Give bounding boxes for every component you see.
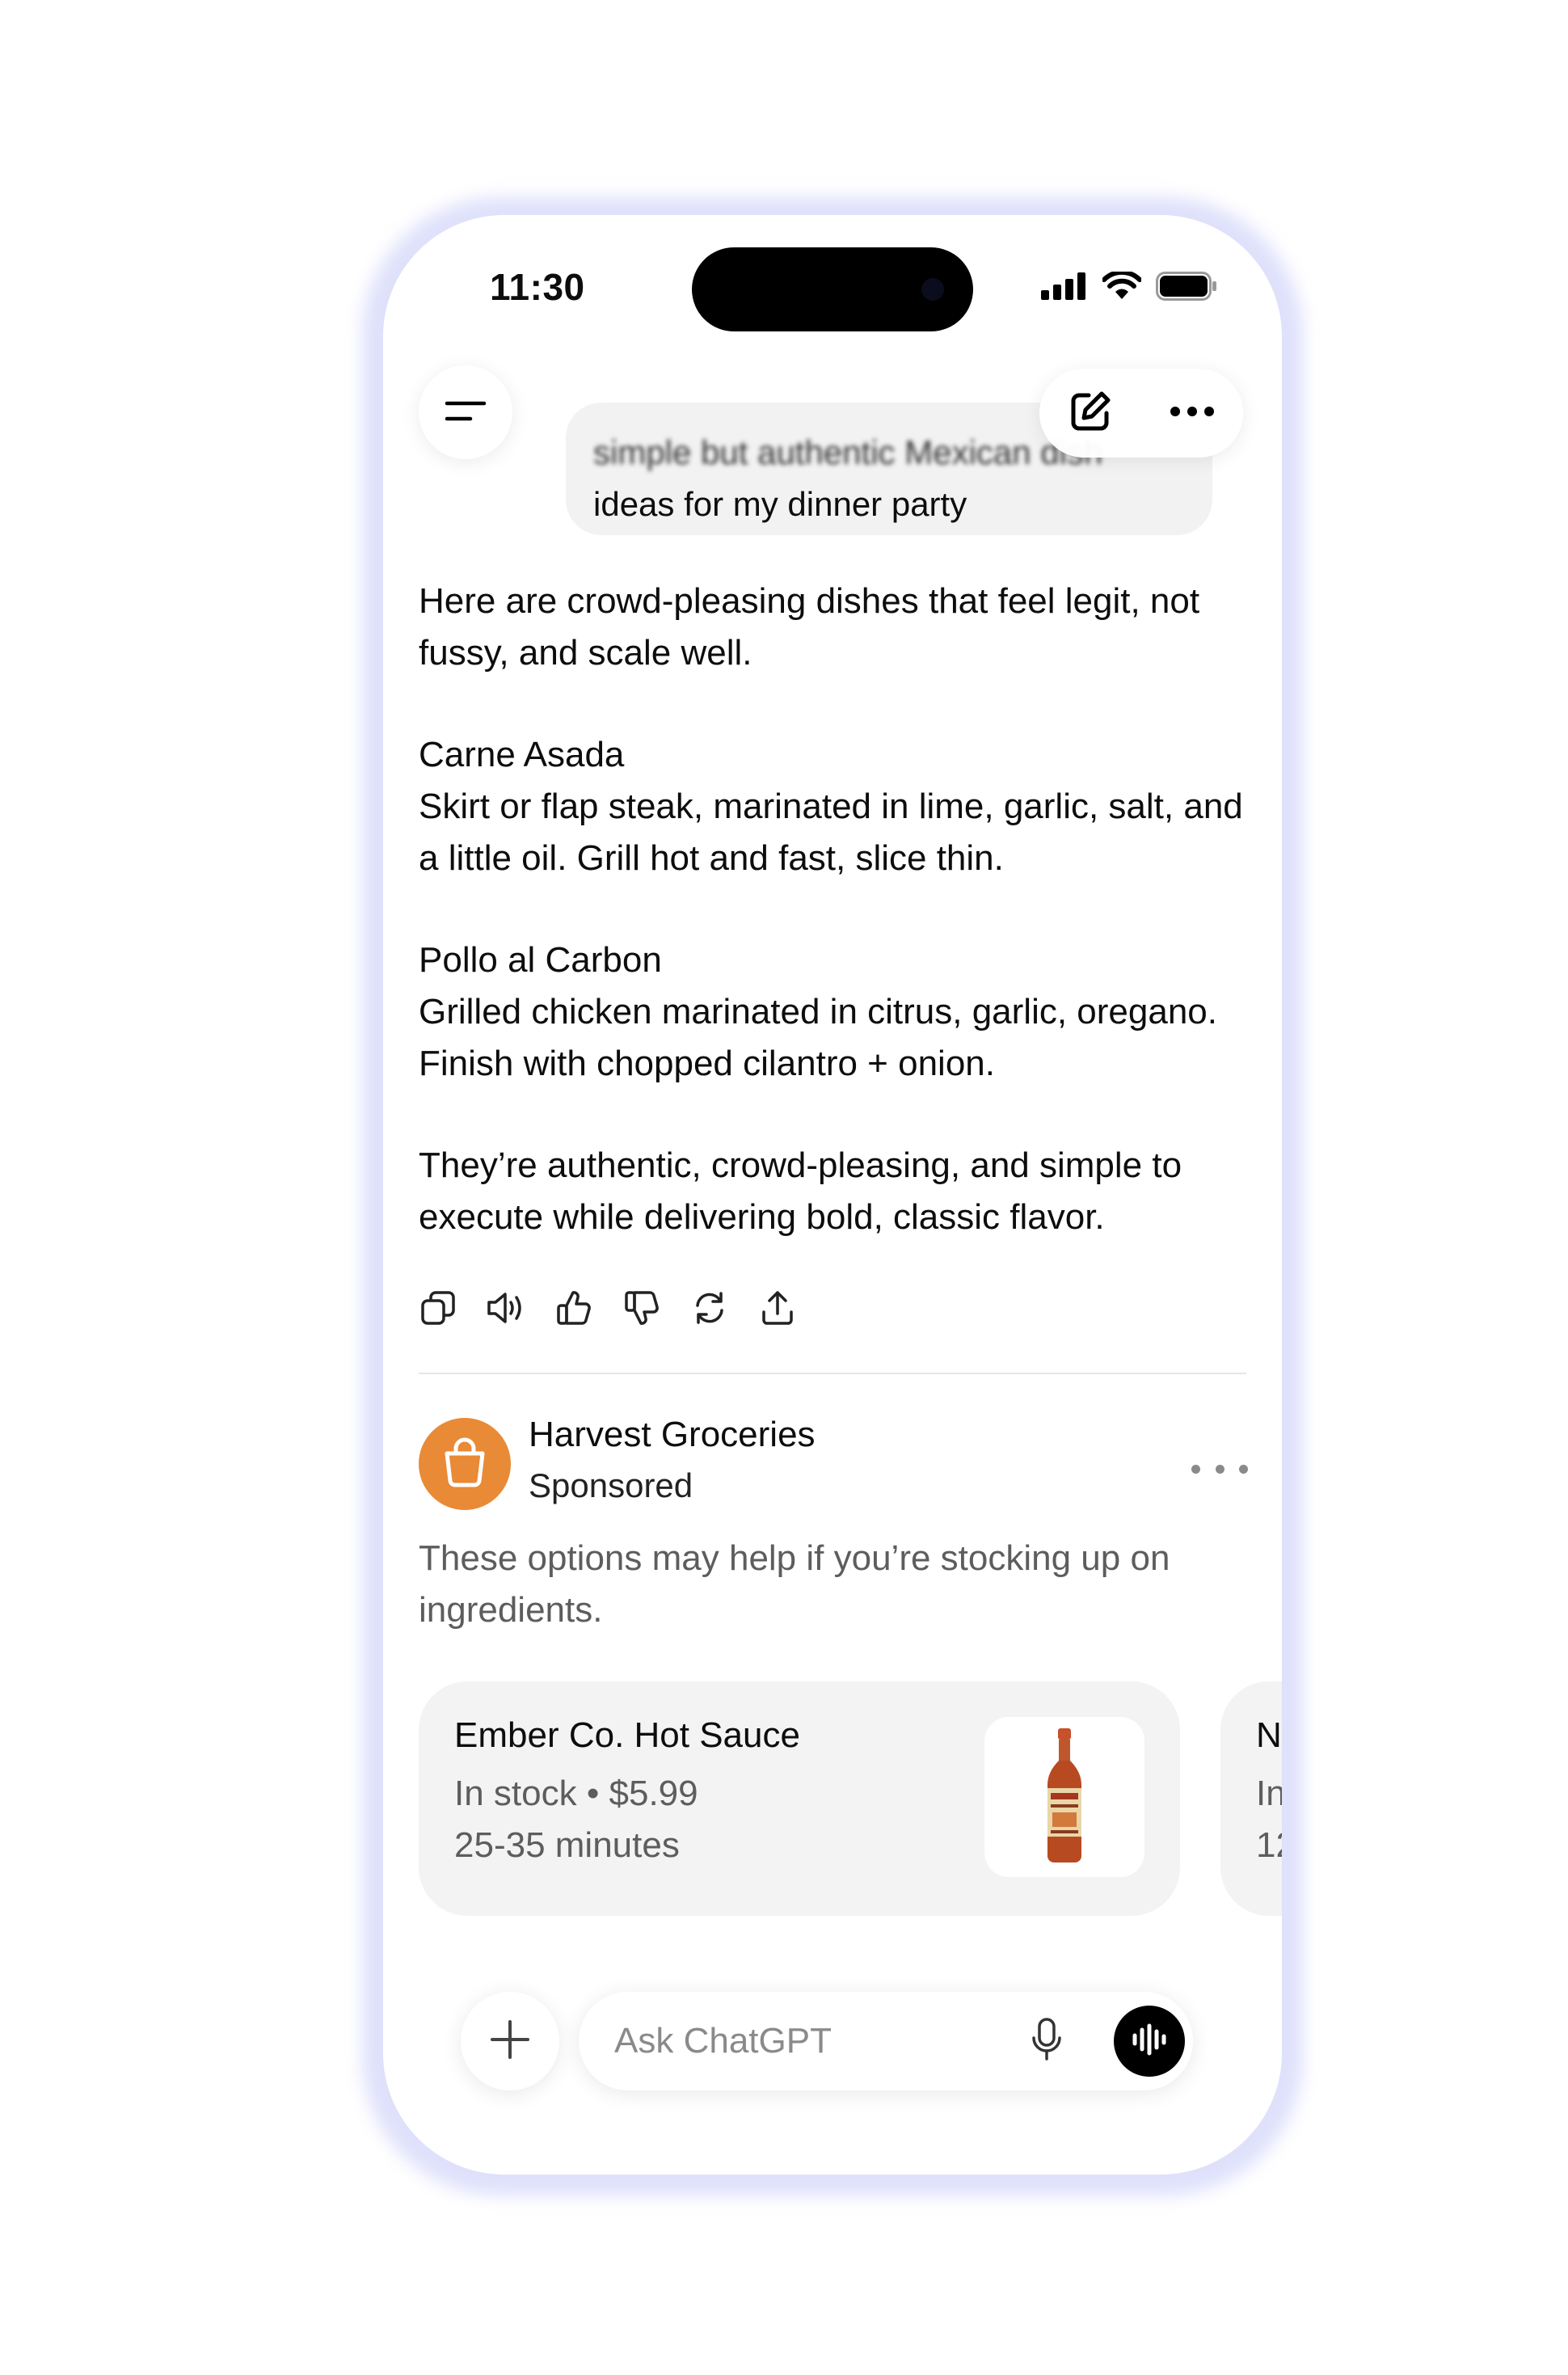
product-availability: In stock — [454, 1774, 577, 1813]
copy-button[interactable] — [415, 1287, 461, 1332]
message-actions — [415, 1287, 800, 1332]
compose-icon — [1068, 389, 1113, 438]
assistant-closing: They’re authentic, crowd-pleasing, and s… — [419, 1145, 1182, 1237]
assistant-message: Here are crowd-pleasing dishes that feel… — [419, 576, 1243, 1293]
plus-icon — [489, 2019, 531, 2065]
wifi-icon — [1102, 269, 1142, 305]
menu-icon — [445, 396, 487, 429]
dish-description: Grilled chicken marinated in citrus, gar… — [419, 992, 1218, 1083]
share-icon — [759, 1289, 796, 1331]
dynamic-island — [692, 247, 973, 331]
regenerate-button[interactable] — [687, 1287, 732, 1332]
voice-mode-button[interactable] — [1114, 2006, 1185, 2077]
product-card[interactable]: N In 12 — [1220, 1681, 1282, 1916]
status-time: 11:30 — [490, 266, 585, 308]
read-aloud-icon — [486, 1289, 526, 1331]
thumbs-down-icon — [623, 1289, 660, 1331]
new-chat-button[interactable] — [1058, 381, 1123, 445]
dish-description: Skirt or flap steak, marinated in lime, … — [419, 787, 1243, 878]
product-delivery-time: 12 — [1256, 1825, 1282, 1865]
sponsored-more-button[interactable] — [1191, 1457, 1248, 1481]
thumbs-down-button[interactable] — [619, 1287, 664, 1332]
product-delivery-time: 25-35 minutes — [454, 1825, 680, 1865]
read-aloud-button[interactable] — [483, 1287, 529, 1332]
more-dot — [1239, 1464, 1248, 1474]
shopping-bag-icon — [440, 1437, 489, 1491]
microphone-icon — [1031, 2017, 1063, 2066]
product-availability: In — [1256, 1774, 1282, 1813]
more-horizontal-icon — [1170, 406, 1215, 421]
voice-mode-icon — [1130, 2023, 1169, 2060]
dish-item: Carne Asada Skirt or flap steak, marinat… — [419, 729, 1243, 884]
dish-name: Carne Asada — [419, 735, 625, 774]
battery-icon — [1156, 272, 1217, 305]
header-actions — [1039, 369, 1243, 458]
advertiser-name[interactable]: Harvest Groceries — [529, 1415, 816, 1455]
front-camera-icon — [921, 278, 944, 301]
sidebar-menu-button[interactable] — [419, 365, 512, 459]
section-divider — [419, 1373, 1246, 1374]
separator-dot: • — [586, 1774, 600, 1813]
sponsored-label: Sponsored — [529, 1466, 693, 1504]
message-composer — [579, 1992, 1193, 2090]
cellular-signal-icon — [1041, 272, 1088, 304]
product-card[interactable]: Ember Co. Hot Sauce In stock • $5.99 25-… — [419, 1681, 1180, 1916]
more-options-button[interactable] — [1160, 381, 1224, 445]
advertiser-logo[interactable] — [419, 1418, 511, 1510]
more-dot — [1191, 1464, 1200, 1474]
product-title: N — [1256, 1715, 1282, 1755]
message-input[interactable] — [614, 2013, 986, 2069]
attach-button[interactable] — [461, 1992, 559, 2090]
product-image — [984, 1717, 1144, 1877]
product-title: Ember Co. Hot Sauce — [454, 1715, 800, 1755]
user-message-line: ideas for my dinner party — [593, 485, 967, 523]
product-price: $5.99 — [609, 1774, 698, 1813]
product-availability-price: In stock • $5.99 — [454, 1774, 698, 1814]
thumbs-up-icon — [555, 1289, 592, 1331]
dish-name: Pollo al Carbon — [419, 940, 662, 980]
copy-icon — [419, 1289, 457, 1331]
dish-item: Pollo al Carbon Grilled chicken marinate… — [419, 934, 1243, 1090]
thumbs-up-button[interactable] — [551, 1287, 596, 1332]
share-button[interactable] — [755, 1287, 800, 1332]
dictation-button[interactable] — [1022, 2016, 1072, 2066]
hot-sauce-bottle-icon — [1036, 1727, 1093, 1868]
phone-screen: 11:30 simple but authentic Mexican dish … — [383, 215, 1282, 2175]
status-icons — [1041, 269, 1217, 305]
sponsored-description: These options may help if you’re stockin… — [419, 1538, 1170, 1630]
assistant-intro: Here are crowd-pleasing dishes that feel… — [419, 581, 1200, 673]
regenerate-icon — [691, 1289, 728, 1331]
more-dot — [1215, 1464, 1224, 1474]
